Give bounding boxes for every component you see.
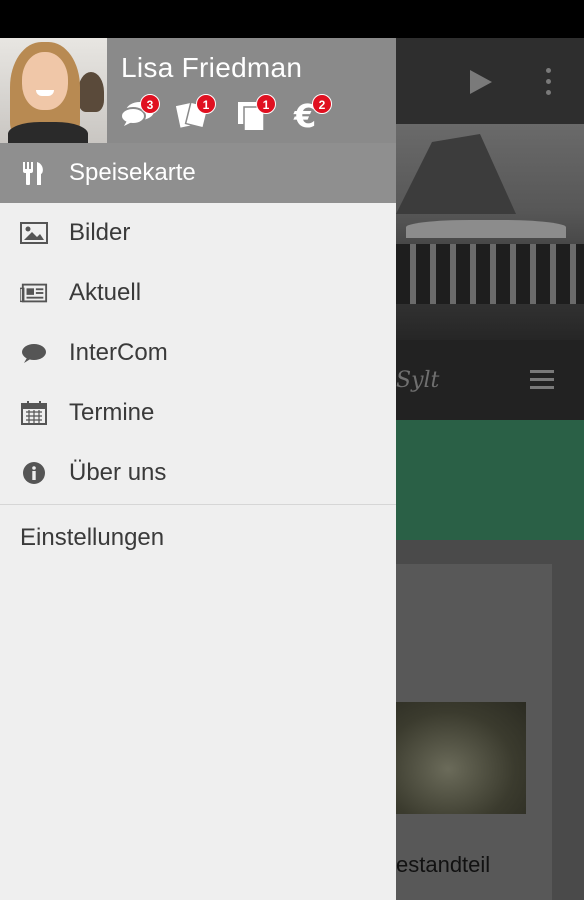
documents-button[interactable]: 1	[236, 94, 276, 132]
menu-divider	[0, 504, 396, 505]
settings-link[interactable]: Einstellungen	[20, 524, 164, 552]
menu-item-bilder[interactable]: Bilder	[0, 203, 396, 263]
status-bar	[0, 0, 584, 38]
logo-signature: Sylt	[396, 368, 440, 393]
background-action-bar	[396, 38, 584, 124]
newspaper-icon	[20, 283, 48, 303]
menu-item-label: Über uns	[69, 459, 167, 486]
background-app: Sylt estandteil	[396, 38, 584, 900]
messages-button[interactable]: 3	[120, 94, 160, 132]
profile-header: Lisa Friedman 3 1 1 € 2	[0, 38, 396, 143]
chat-bubble-icon	[22, 344, 46, 363]
payments-badge: 2	[312, 94, 332, 114]
overflow-menu-icon	[546, 68, 552, 96]
background-header: Sylt	[396, 340, 584, 420]
vouchers-badge: 1	[196, 94, 216, 114]
menu-item-aktuell[interactable]: Aktuell	[0, 263, 396, 323]
menu-item-label: Speisekarte	[69, 159, 196, 186]
menu-item-label: Termine	[69, 399, 155, 426]
background-green-band	[396, 420, 584, 540]
avatar[interactable]	[0, 38, 107, 143]
menu-item-speisekarte[interactable]: Speisekarte	[0, 143, 396, 203]
menu-item-termine[interactable]: Termine	[0, 383, 396, 443]
info-icon	[23, 462, 45, 484]
menu-item-ueber-uns[interactable]: Über uns	[0, 443, 396, 503]
image-icon	[20, 222, 48, 244]
background-content: estandteil	[396, 540, 584, 900]
background-photo	[396, 124, 584, 340]
messages-badge: 3	[140, 94, 160, 114]
calendar-icon	[21, 401, 47, 425]
vouchers-button[interactable]: 1	[176, 94, 216, 132]
documents-badge: 1	[256, 94, 276, 114]
play-icon	[470, 70, 492, 94]
user-name: Lisa Friedman	[121, 52, 303, 83]
cutlery-icon	[23, 162, 43, 185]
menu-item-label: Aktuell	[69, 279, 142, 306]
background-card	[396, 564, 552, 900]
navigation-drawer: Lisa Friedman 3 1 1 € 2 Speisekarte Bild…	[0, 38, 396, 900]
background-food-image	[396, 702, 526, 814]
menu-item-label: Bilder	[69, 219, 131, 246]
hamburger-menu-icon	[530, 370, 554, 394]
payments-button[interactable]: € 2	[292, 94, 332, 132]
menu-item-label: InterCom	[69, 339, 168, 366]
background-text: estandteil	[396, 852, 491, 877]
menu-item-intercom[interactable]: InterCom	[0, 323, 396, 383]
